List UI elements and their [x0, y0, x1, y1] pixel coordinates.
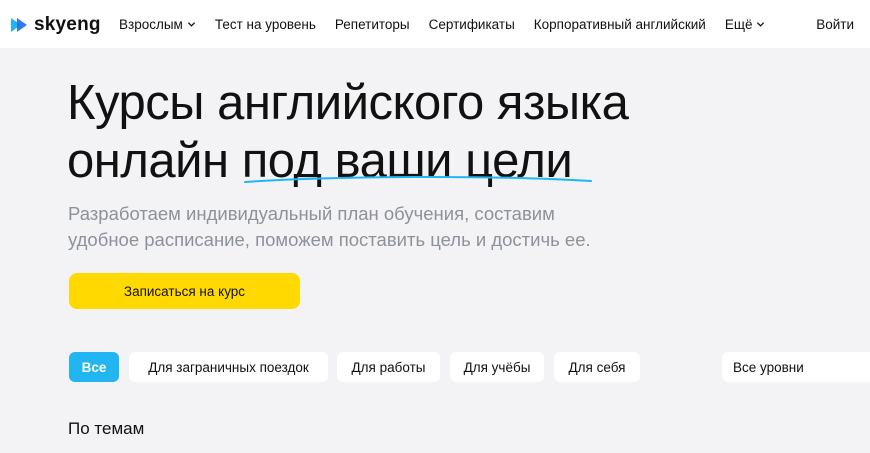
site-header: skyeng Взрослым Тест на уровень Репетито…	[0, 0, 870, 48]
logo[interactable]: skyeng	[10, 14, 101, 36]
nav-item-label: Корпоративный английский	[533, 16, 706, 32]
nav-item-label: Сертификаты	[428, 16, 515, 32]
filter-work[interactable]: Для работы	[337, 352, 440, 382]
section-title: По темам	[68, 419, 145, 438]
filter-study[interactable]: Для учёбы	[450, 352, 544, 382]
nav-item-tutors[interactable]: Репетиторы	[335, 17, 410, 32]
hero-subtitle-line-2: удобное расписание, поможем поставить це…	[68, 229, 591, 250]
login-link[interactable]: Войти	[816, 0, 854, 48]
filter-all[interactable]: Все	[69, 352, 119, 382]
nav-item-more[interactable]: Ещё	[725, 17, 766, 32]
nav-item-label: Тест на уровень	[214, 16, 316, 32]
chevron-down-icon	[187, 21, 195, 27]
nav-item-adults[interactable]: Взрослым	[119, 17, 196, 32]
nav-item-label: Репетиторы	[334, 16, 410, 32]
title-underline-decoration	[244, 175, 592, 183]
nav-item-corporate[interactable]: Корпоративный английский	[534, 17, 706, 32]
level-select[interactable]: Все уровни	[722, 352, 870, 382]
nav-item-label: Взрослым	[119, 16, 183, 32]
hero-subtitle-line-1: Разработаем индивидуальный план обучения…	[68, 203, 555, 224]
hero-title-line-1: Курсы английского языка	[67, 76, 629, 130]
hero-subtitle: Разработаем индивидуальный план обучения…	[68, 201, 591, 253]
level-select-value: Все уровни	[733, 359, 804, 375]
main-nav: Взрослым Тест на уровень Репетиторы Серт…	[119, 0, 765, 48]
chevron-down-icon	[757, 21, 765, 27]
filter-travel[interactable]: Для заграничных поездок	[129, 352, 328, 382]
nav-item-label: Ещё	[724, 16, 753, 32]
nav-item-level-test[interactable]: Тест на уровень	[215, 17, 316, 32]
enroll-button[interactable]: Записаться на курс	[69, 273, 300, 309]
logo-text: skyeng	[34, 14, 101, 35]
skyeng-logo-icon	[11, 18, 27, 32]
filter-self[interactable]: Для себя	[554, 352, 640, 382]
nav-item-certificates[interactable]: Сертификаты	[429, 17, 515, 32]
